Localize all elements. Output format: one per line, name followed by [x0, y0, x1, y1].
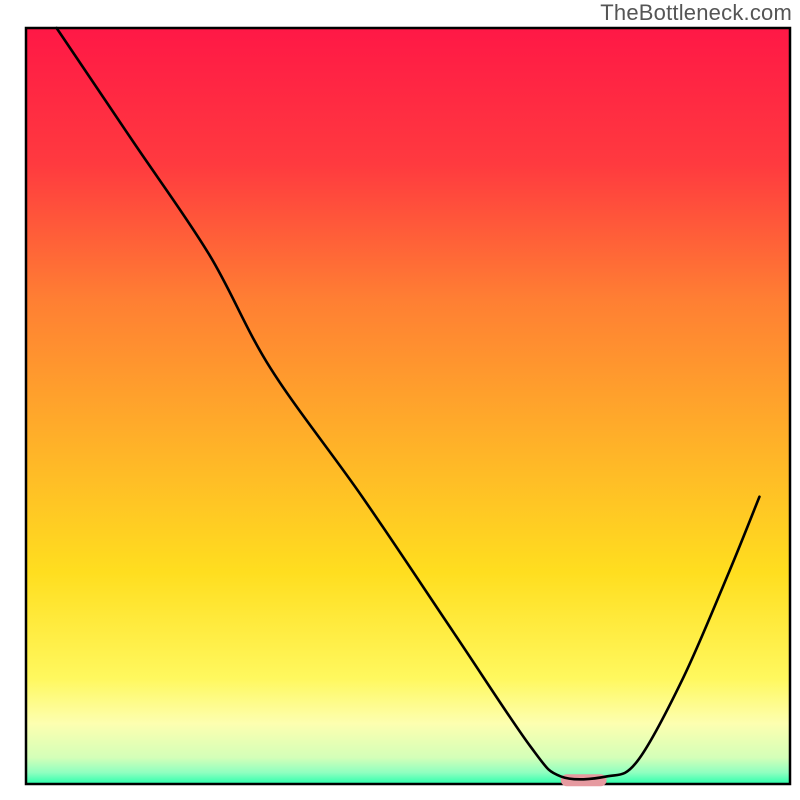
bottleneck-chart	[0, 0, 800, 800]
watermark-text: TheBottleneck.com	[600, 0, 792, 26]
chart-container: TheBottleneck.com	[0, 0, 800, 800]
chart-background	[26, 28, 790, 784]
